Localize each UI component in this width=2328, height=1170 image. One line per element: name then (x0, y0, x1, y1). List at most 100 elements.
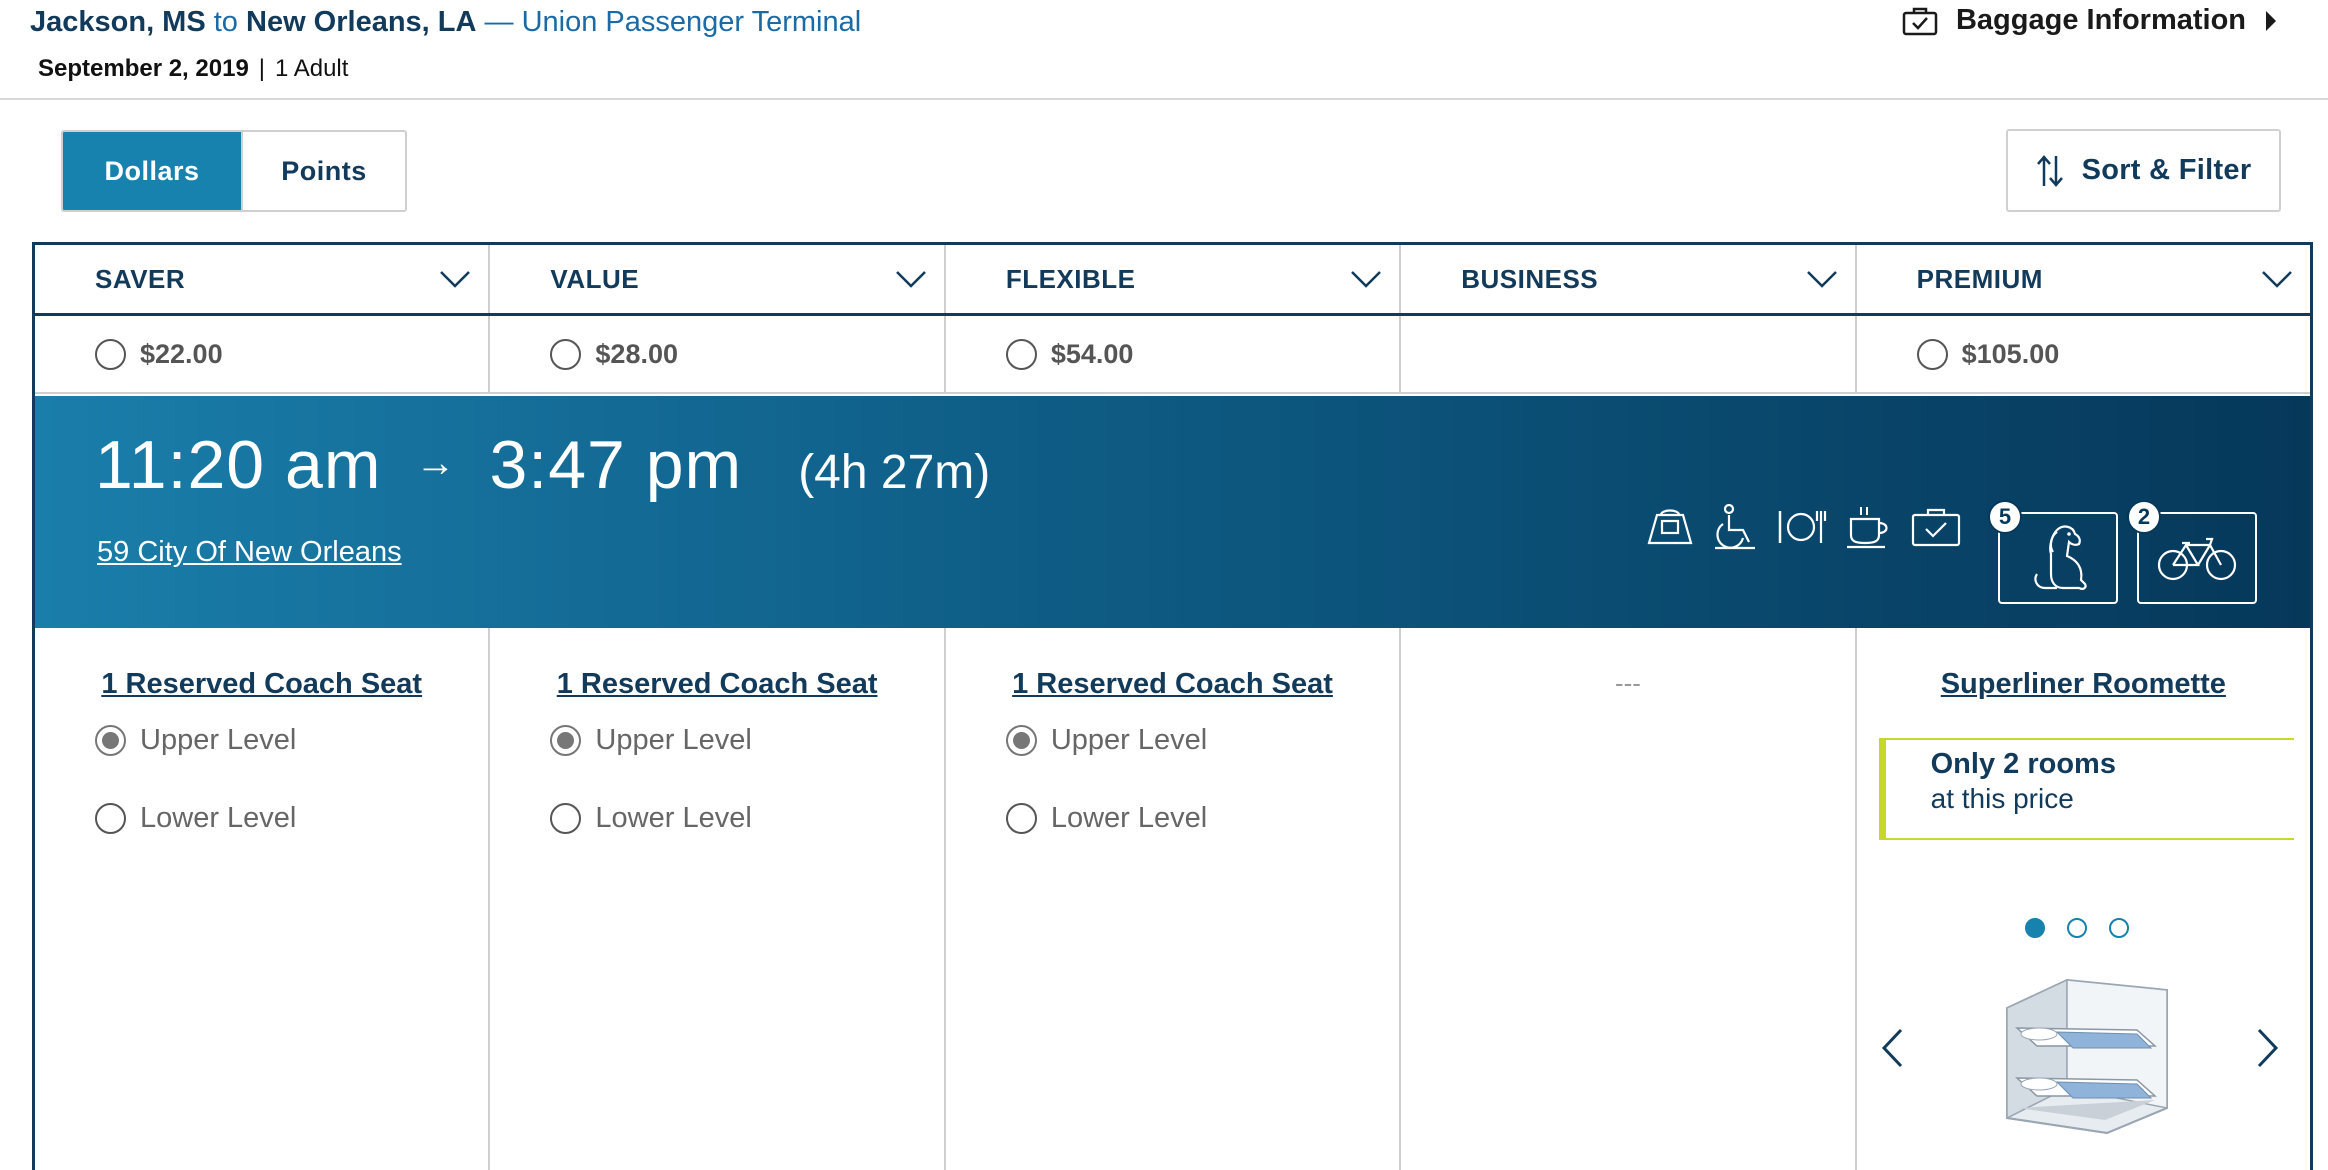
fare-price: $54.00 (1050, 338, 1134, 369)
carousel-dot[interactable] (2066, 918, 2087, 938)
checked-baggage-icon[interactable] (1911, 507, 1961, 547)
fare-price: $22.00 (140, 338, 223, 369)
accommodation-business: --- (1401, 628, 1857, 1170)
level-radio[interactable] (1005, 803, 1037, 834)
carousel-dot[interactable] (2024, 918, 2045, 938)
tier-name: PREMIUM (1916, 263, 2043, 294)
departure-time: 11:20 am (95, 427, 382, 503)
chevron-down-icon (2262, 271, 2292, 288)
level-radio[interactable] (550, 725, 582, 756)
baggage-information-link[interactable]: Baggage Information (1902, 4, 2278, 37)
level-radio[interactable] (1005, 725, 1037, 756)
price-option-premium[interactable]: $105.00 (1857, 316, 2310, 392)
passenger-count: 1 Adult (275, 55, 349, 82)
price-option-business (1401, 316, 1857, 392)
accommodation-title-link[interactable]: 1 Reserved Coach Seat (490, 668, 943, 701)
pets-button[interactable]: 5 (1988, 500, 2118, 604)
dining-icon[interactable] (1775, 507, 1827, 547)
lower-level-option[interactable]: Lower Level (550, 802, 752, 835)
accommodation-value: 1 Reserved Coach Seat Upper Level Lower … (490, 628, 946, 1170)
level-label: Upper Level (140, 724, 297, 756)
caret-right-icon (2266, 10, 2276, 31)
carousel-dots (2024, 918, 2129, 938)
accommodation-row: 1 Reserved Coach Seat Upper Level Lower … (35, 628, 2310, 1170)
trip-header: Jackson, MS to New Orleans, LA — Union P… (0, 0, 2328, 100)
price-option-saver[interactable]: $22.00 (35, 316, 491, 392)
accommodation-title-link[interactable]: 1 Reserved Coach Seat (35, 668, 488, 701)
level-label: Upper Level (595, 724, 752, 756)
bike-count-badge: 2 (2127, 500, 2161, 534)
travel-date: September 2, 2019 (38, 55, 249, 82)
arrival-time: 3:47 pm (489, 427, 743, 503)
accommodation-saver: 1 Reserved Coach Seat Upper Level Lower … (35, 628, 491, 1170)
bicycle-icon (2157, 537, 2237, 581)
meta-separator: | (258, 55, 266, 82)
cafe-icon[interactable] (1845, 505, 1893, 549)
level-label: Upper Level (1050, 724, 1208, 756)
carousel-dot[interactable] (2108, 918, 2129, 938)
fare-radio[interactable] (95, 338, 126, 370)
amenity-icons (1645, 504, 1961, 550)
train-times: 11:20 am → 3:47 pm (4h 27m) (95, 426, 990, 504)
fare-radio[interactable] (1005, 338, 1037, 370)
tier-name: SAVER (95, 263, 186, 294)
level-label: Lower Level (595, 802, 752, 834)
chevron-down-icon (1351, 271, 1382, 288)
level-label: Lower Level (140, 802, 297, 834)
lower-level-option[interactable]: Lower Level (95, 802, 296, 835)
bag-icon[interactable] (1645, 507, 1695, 547)
notice-headline: Only 2 rooms (1930, 748, 2116, 780)
roomette-image (2005, 978, 2168, 1135)
tier-business[interactable]: BUSINESS (1401, 245, 1857, 313)
upper-level-option[interactable]: Upper Level (550, 724, 752, 757)
sort-filter-label: Sort & Filter (2081, 154, 2252, 186)
price-option-value[interactable]: $28.00 (490, 316, 946, 392)
fare-price-row: $22.00 $28.00 $54.00 $105.00 (35, 316, 2310, 394)
tier-value[interactable]: VALUE (490, 245, 946, 313)
accommodation-flexible: 1 Reserved Coach Seat Upper Level Lower … (946, 628, 1402, 1170)
tier-saver[interactable]: SAVER (35, 245, 491, 313)
price-option-flexible[interactable]: $54.00 (946, 316, 1402, 392)
points-toggle-button[interactable]: Points (241, 132, 405, 210)
currency-toggle: Dollars Points (61, 130, 407, 212)
accommodation-title-link[interactable]: Superliner Roomette (1857, 668, 2310, 701)
chevron-right-icon[interactable] (2257, 1028, 2279, 1068)
upper-level-option[interactable]: Upper Level (95, 724, 296, 757)
chevron-down-icon (1806, 271, 1837, 288)
train-name-link[interactable]: 59 City Of New Orleans (97, 536, 402, 569)
upper-level-option[interactable]: Upper Level (1005, 724, 1208, 757)
dog-icon (2034, 525, 2087, 590)
bikes-button[interactable]: 2 (2127, 500, 2257, 604)
fare-price: $105.00 (1961, 338, 2060, 369)
tier-premium[interactable]: PREMIUM (1857, 245, 2310, 313)
chevron-down-icon (895, 271, 926, 288)
level-radio[interactable] (550, 803, 582, 834)
accommodation-title-link[interactable]: 1 Reserved Coach Seat (946, 668, 1399, 701)
lower-level-option[interactable]: Lower Level (1005, 802, 1207, 835)
fare-grid: SAVER VALUE FLEXIBLE BUSINESS PREMIUM $2… (32, 242, 2313, 1170)
level-radio[interactable] (95, 725, 126, 756)
fare-price: $28.00 (595, 338, 678, 369)
wheelchair-icon[interactable] (1713, 504, 1757, 550)
tier-name: VALUE (550, 263, 640, 294)
trip-meta: September 2, 2019 | 1 Adult (38, 54, 348, 84)
fare-radio[interactable] (1916, 338, 1948, 370)
notice-subtext: at this price (1930, 783, 2074, 814)
baggage-label: Baggage Information (1955, 4, 2246, 36)
sort-arrows-icon (2036, 154, 2063, 187)
train-summary-band: 11:20 am → 3:47 pm (4h 27m) 59 City Of N… (35, 396, 2310, 628)
tier-name: FLEXIBLE (1005, 263, 1136, 294)
unavailable-placeholder: --- (1614, 668, 1641, 698)
route-title: Jackson, MS to New Orleans, LA — Union P… (30, 4, 861, 40)
arrow-right-icon: → (415, 441, 456, 485)
tier-flexible[interactable]: FLEXIBLE (946, 245, 1402, 313)
accommodation-premium: Superliner Roomette Only 2 rooms at this… (1857, 628, 2310, 1170)
sort-filter-button[interactable]: Sort & Filter (2006, 129, 2281, 212)
fare-radio[interactable] (550, 338, 582, 370)
chevron-down-icon (440, 271, 471, 288)
route-connector: to (213, 6, 238, 38)
dollars-toggle-button[interactable]: Dollars (63, 132, 241, 210)
tier-name: BUSINESS (1461, 263, 1599, 294)
chevron-left-icon[interactable] (1881, 1028, 1903, 1068)
level-radio[interactable] (95, 803, 126, 834)
